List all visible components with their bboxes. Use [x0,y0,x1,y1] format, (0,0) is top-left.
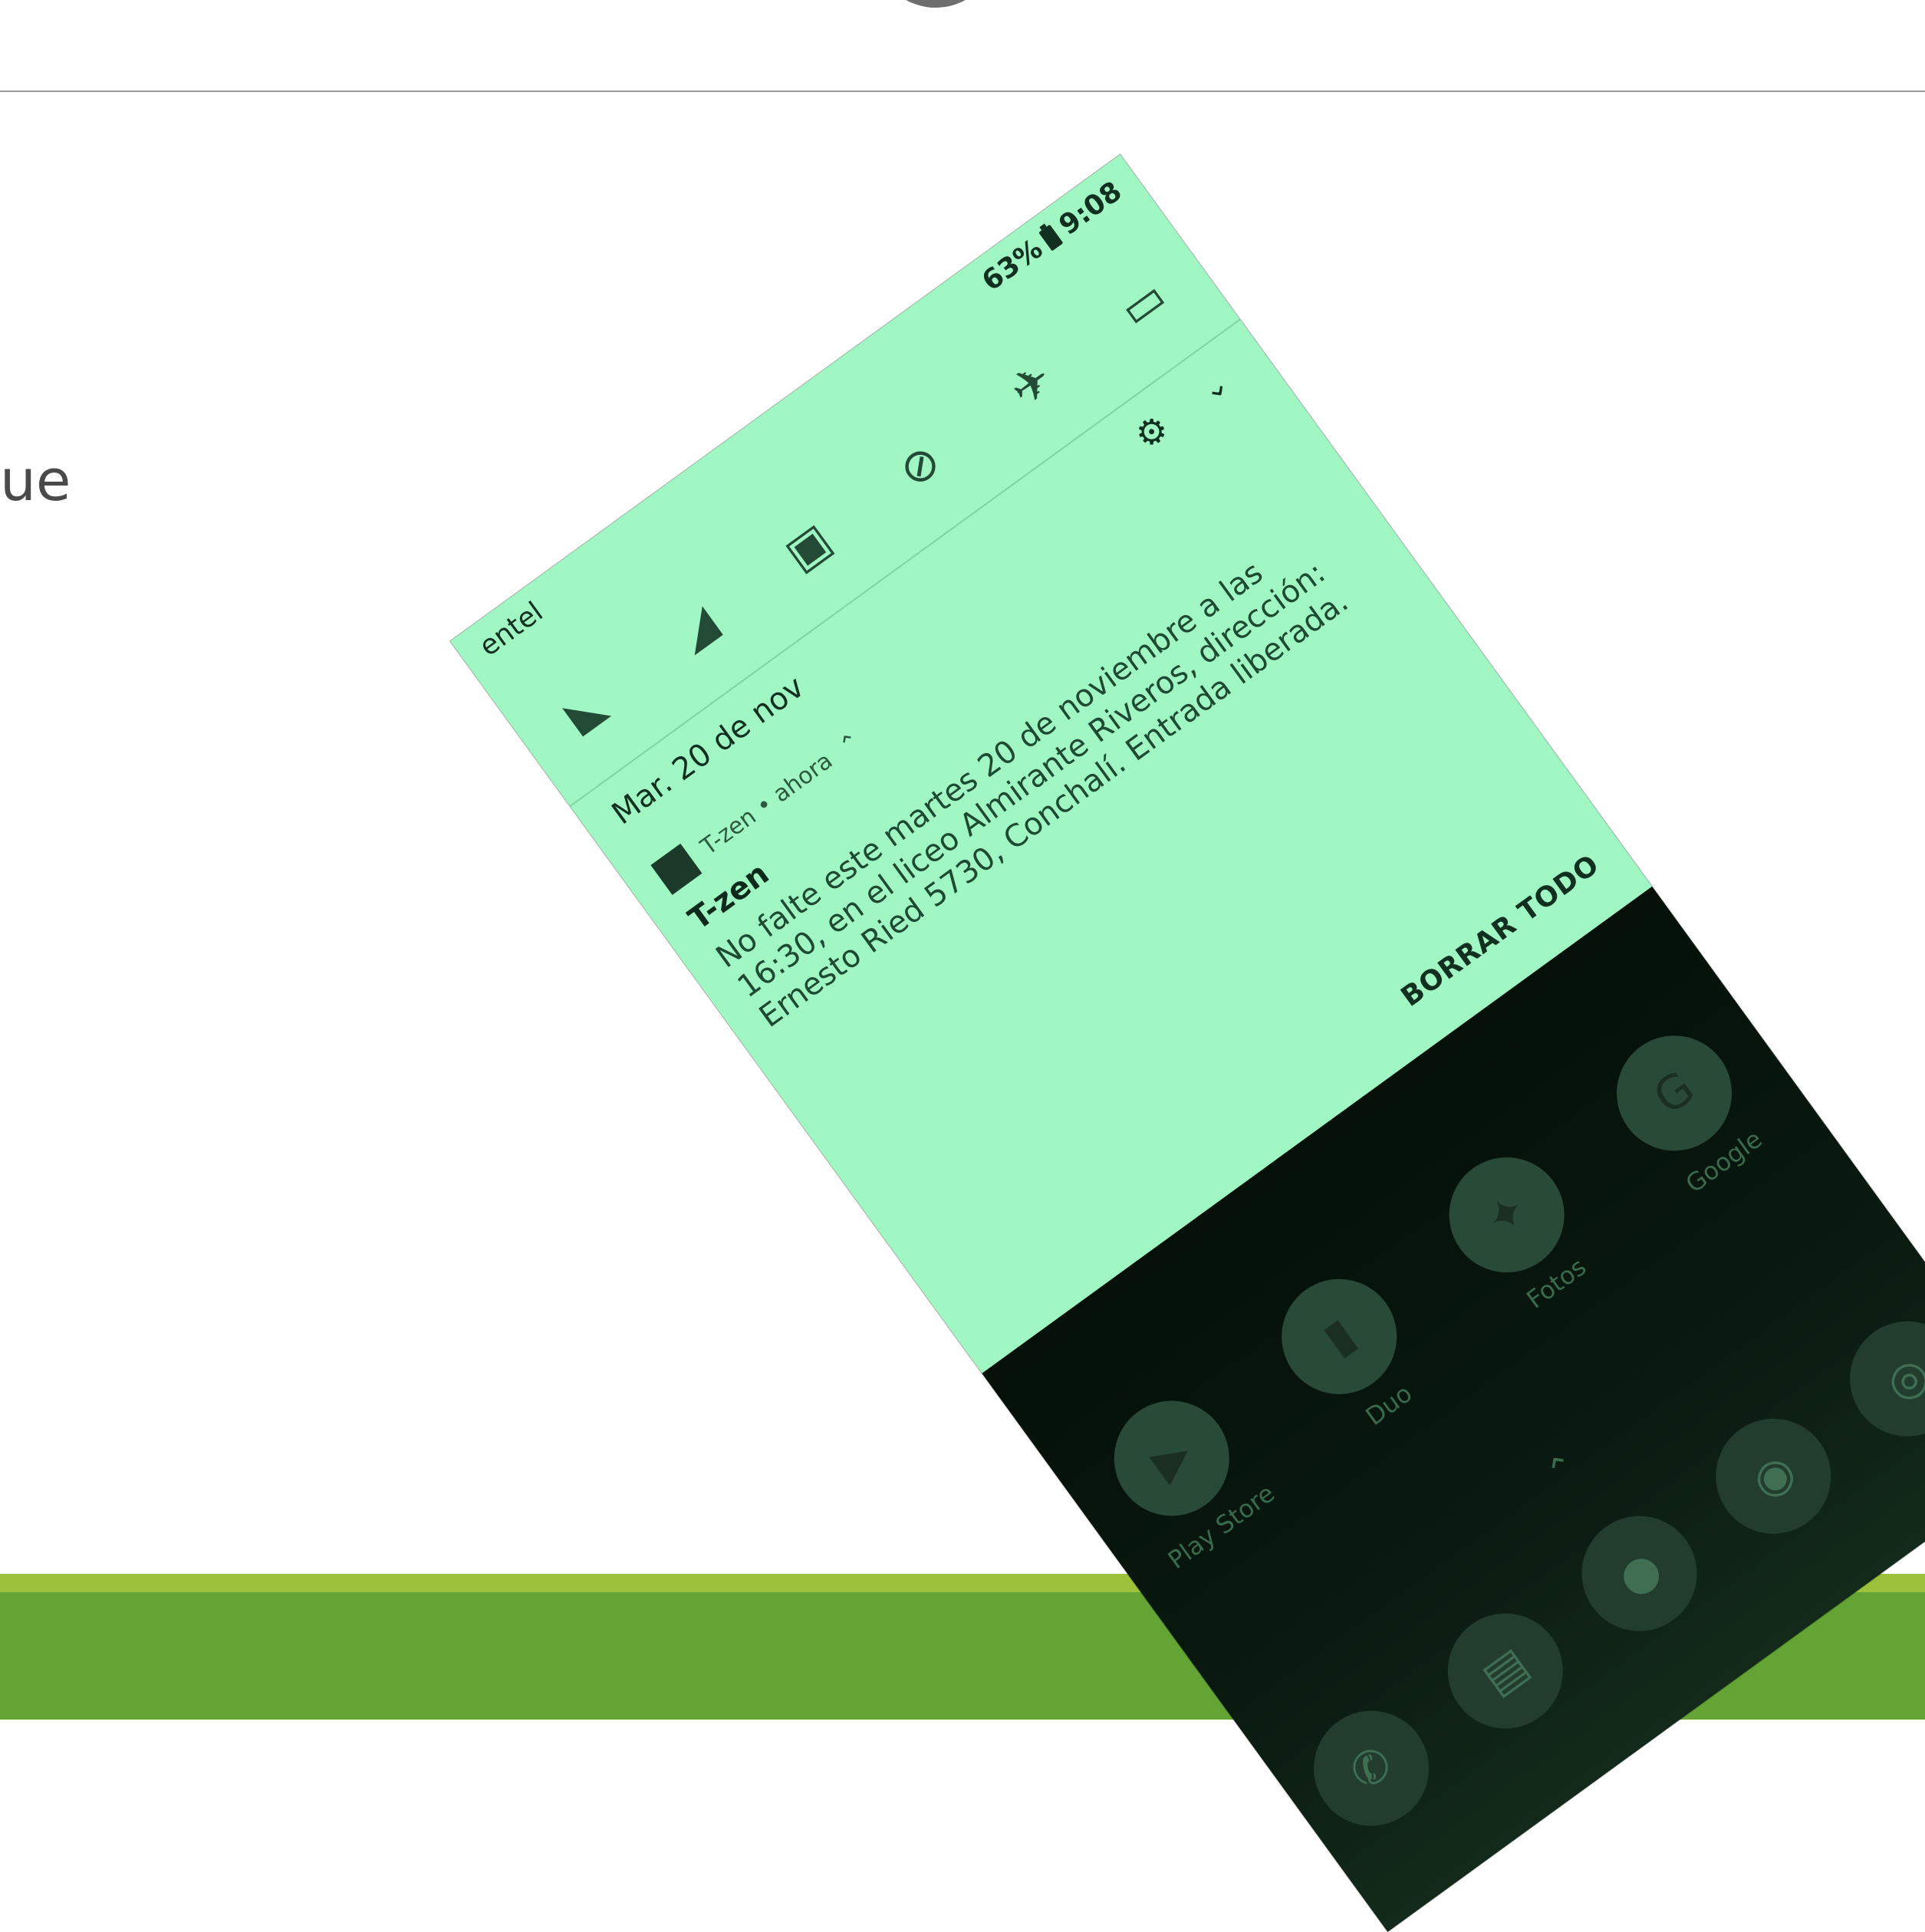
battery-icon [1038,223,1064,251]
battery-percent: 63% [976,232,1049,298]
airplane-mode-icon[interactable]: ✈ [983,337,1080,433]
slide-body-text: ue [0,448,71,514]
battery-saver-icon[interactable]: ▣ [760,499,857,595]
expand-chevron-icon[interactable]: ⌄ [1194,365,1236,409]
settings-gear-icon[interactable]: ⚙ [1127,406,1176,458]
messages-icon[interactable]: ▤ [1425,1590,1586,1752]
app-label: Duo [1360,1378,1418,1432]
camera-icon[interactable]: ◉ [1693,1395,1854,1557]
slide-title-fragment [857,0,1015,25]
clock: 9:08 [1053,176,1128,242]
app-play-store[interactable]: ▶ Play Store [1076,1367,1292,1584]
app-fotos[interactable]: ✦ Fotos [1411,1124,1627,1341]
app-google[interactable]: G Google [1578,1002,1795,1219]
slide-divider [0,91,1925,92]
do-not-disturb-icon[interactable]: ⊘ [872,417,969,514]
auto-rotate-icon[interactable]: ▭ [1095,255,1192,352]
collapse-chevron-icon[interactable]: ⌃ [834,727,866,760]
contacts-icon[interactable]: ● [1558,1493,1720,1654]
app-duo[interactable]: ▮ Duo [1243,1245,1459,1462]
app-icon [650,843,703,895]
signal-icon[interactable]: ◢ [648,580,745,676]
app-drawer-chevron-icon[interactable]: ⌃ [1539,1445,1585,1493]
chrome-icon[interactable]: ◎ [1827,1298,1925,1460]
wifi-icon[interactable]: ◣ [537,661,633,758]
carrier-label: entel [473,596,549,663]
phone-icon[interactable]: ✆ [1291,1687,1452,1849]
